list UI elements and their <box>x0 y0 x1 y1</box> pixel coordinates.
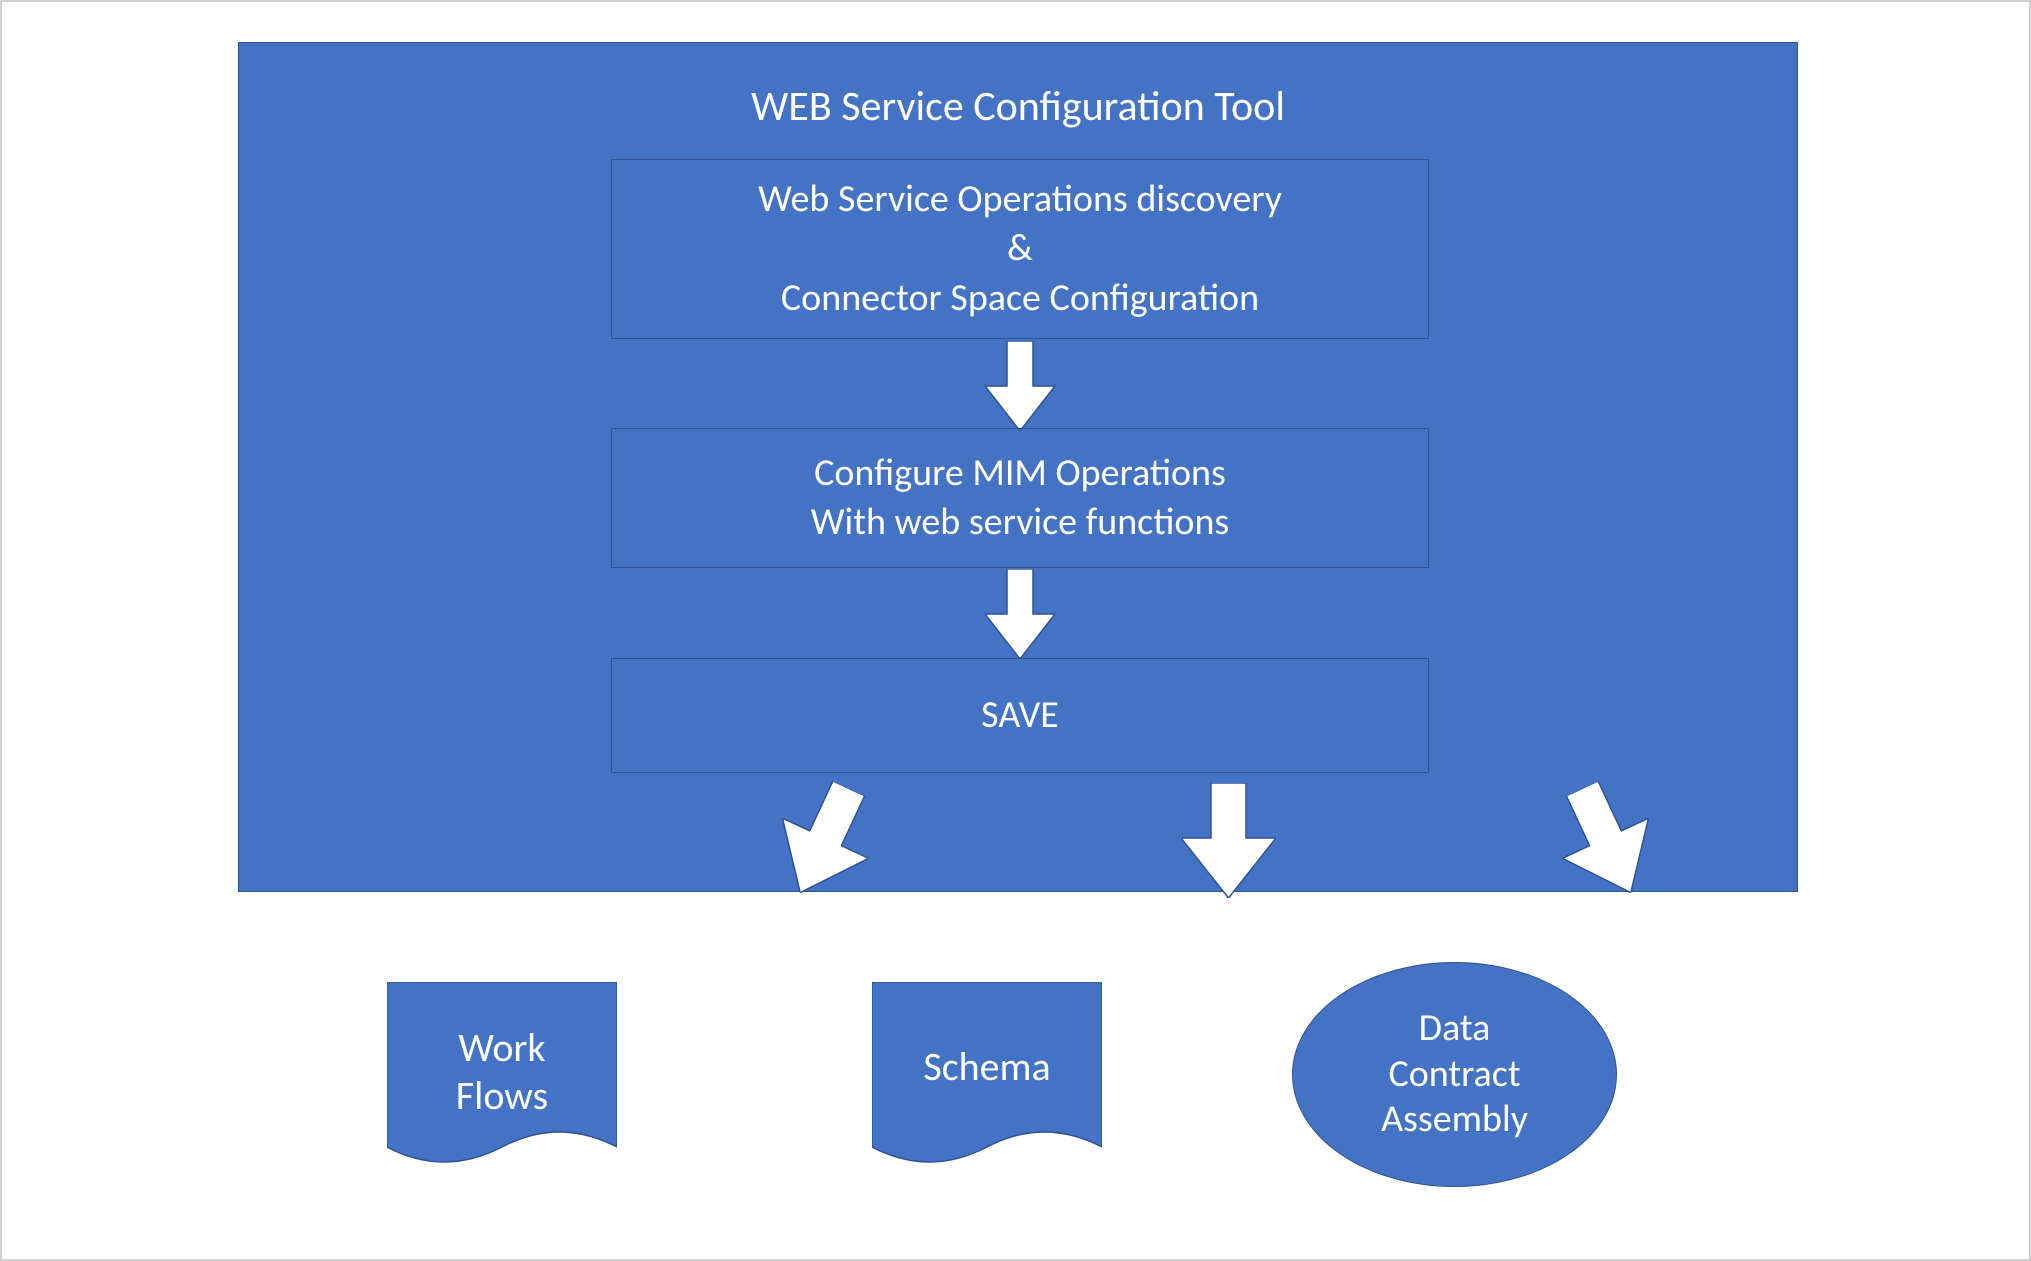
arrow-to-data-contract-icon <box>1539 768 1674 912</box>
main-container-box: WEB Service Configuration Tool Web Servi… <box>238 42 1798 892</box>
step1-line1: Web Service Operations discovery <box>758 175 1282 224</box>
step-configure-box: Configure MIM Operations With web servic… <box>611 428 1429 568</box>
data-line2: Contract <box>1388 1052 1520 1098</box>
step2-line1: Configure MIM Operations <box>814 449 1226 498</box>
arrow-to-workflows-icon <box>757 768 892 912</box>
arrow-down-icon <box>985 341 1055 431</box>
step2-line2: With web service functions <box>811 498 1230 547</box>
main-title: WEB Service Configuration Tool <box>239 81 1797 132</box>
step1-line3: Connector Space Configuration <box>781 274 1259 323</box>
step-save-box: SAVE <box>611 658 1429 773</box>
step3-label: SAVE <box>981 691 1059 740</box>
step1-line2: & <box>1007 224 1033 273</box>
workflows-line2: Flows <box>456 1072 548 1120</box>
schema-label: Schema <box>923 1043 1050 1091</box>
step-discovery-box: Web Service Operations discovery & Conne… <box>611 159 1429 339</box>
data-line1: Data <box>1419 1006 1491 1052</box>
arrow-to-schema-icon <box>1181 783 1276 898</box>
data-line3: Assembly <box>1381 1097 1528 1143</box>
output-workflows-document: Work Flows <box>387 982 617 1172</box>
output-data-contract-ellipse: Data Contract Assembly <box>1292 962 1617 1187</box>
arrow-down-icon <box>985 569 1055 659</box>
output-schema-document: Schema <box>872 982 1102 1172</box>
workflows-line1: Work <box>456 1024 548 1072</box>
